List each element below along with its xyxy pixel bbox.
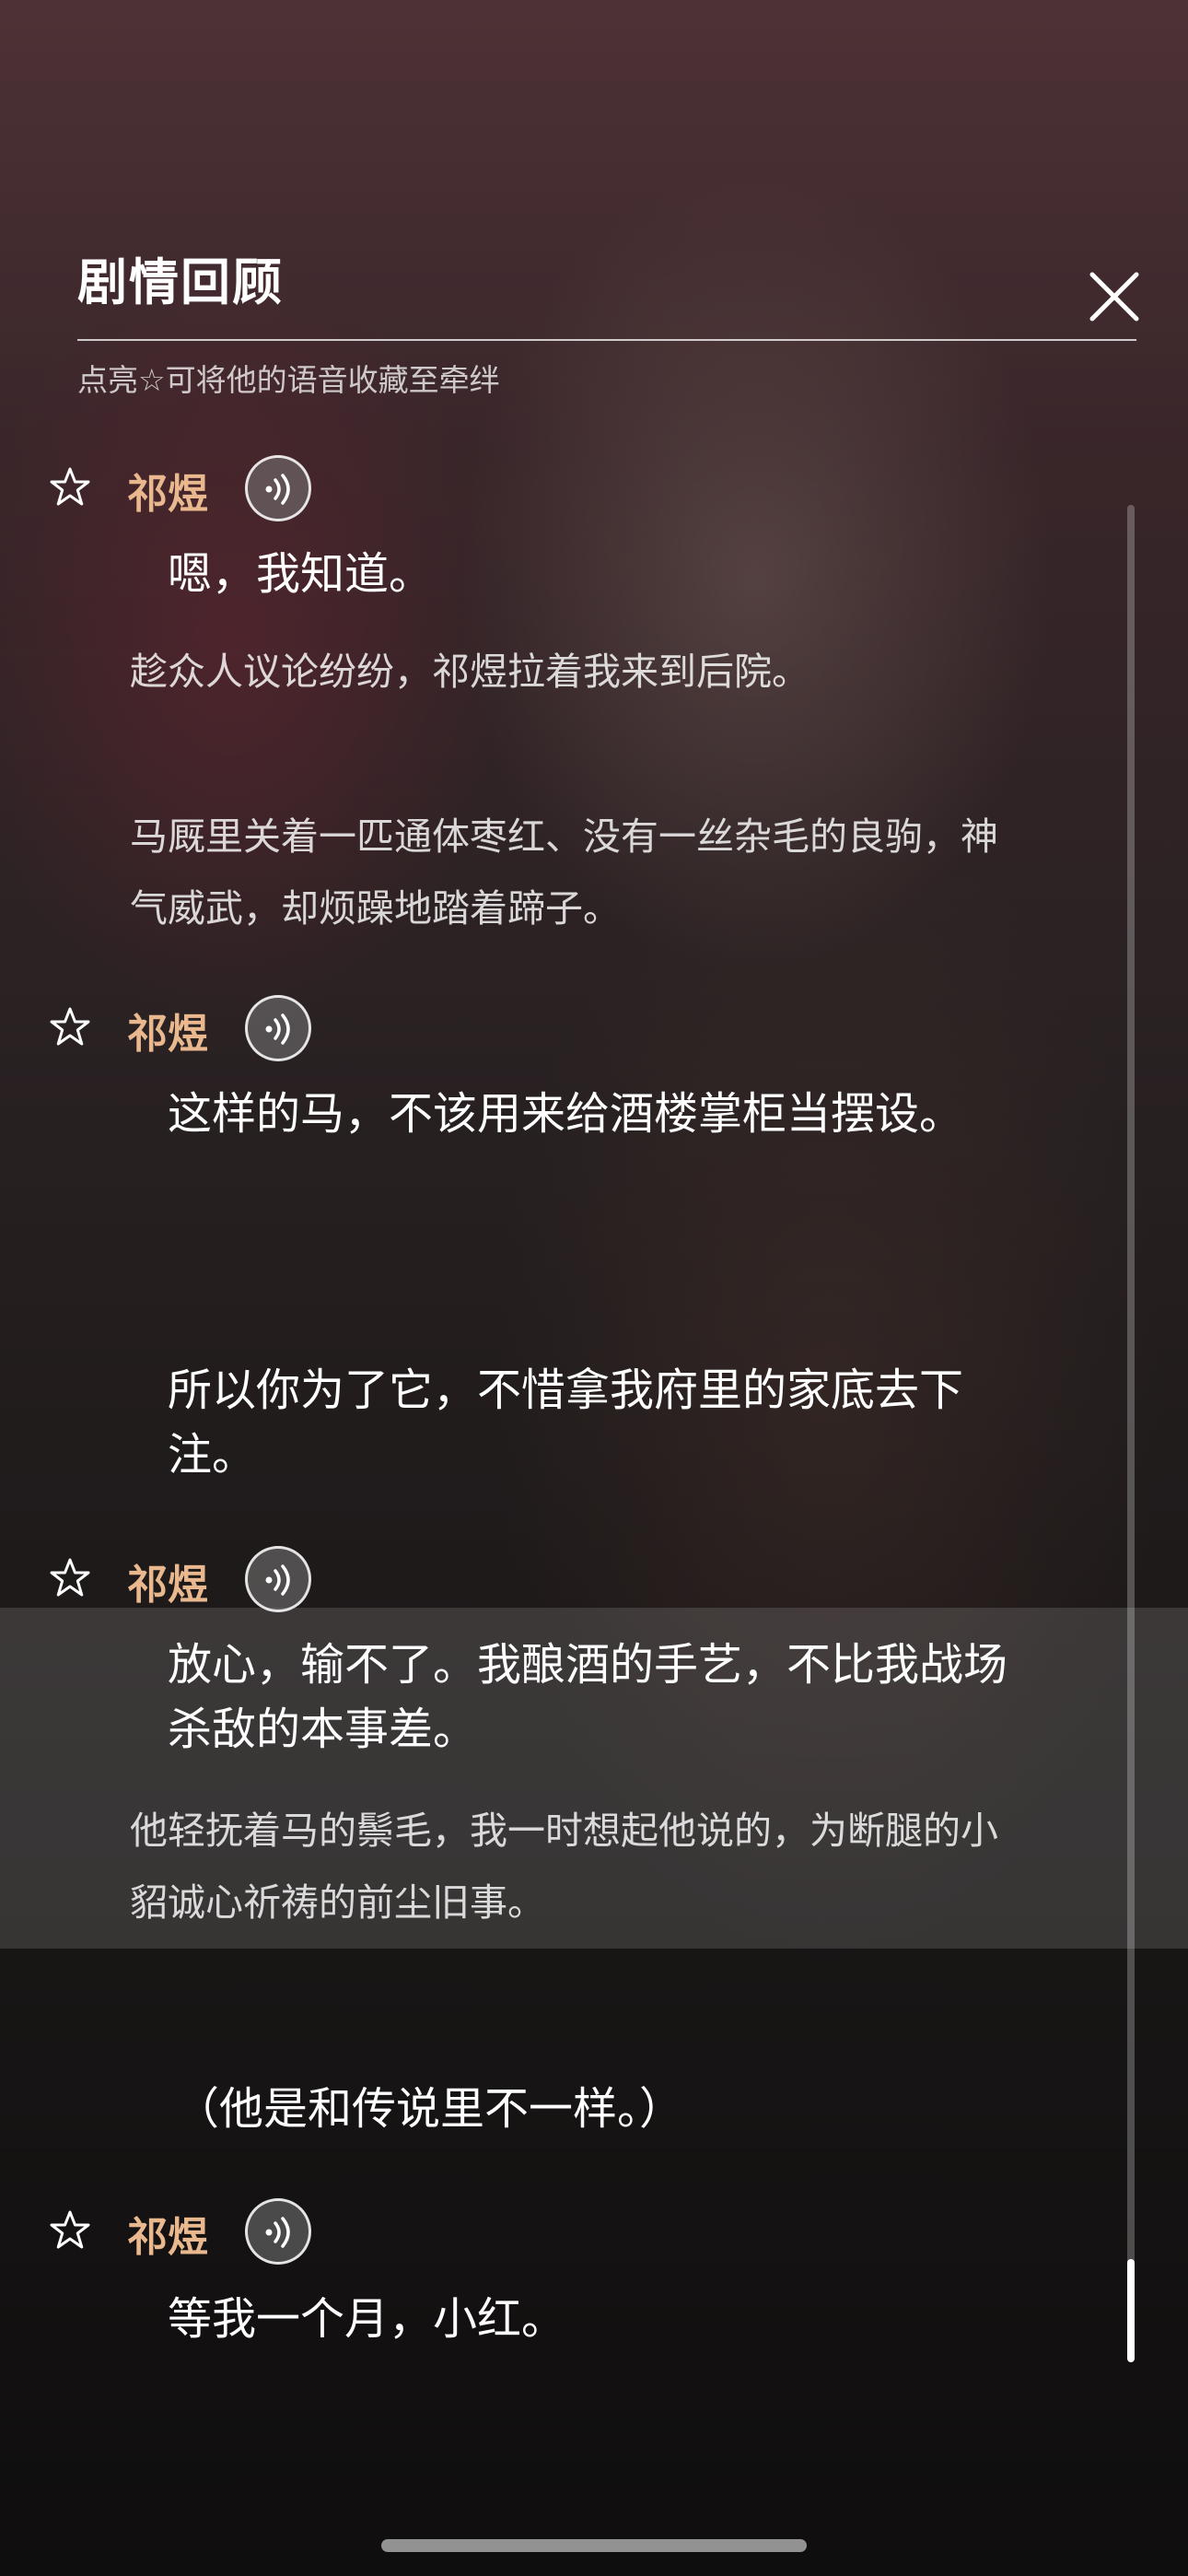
speaker-name: 祁煜 [127, 471, 208, 518]
narration-text: 他轻抚着马的鬃毛，我一时想起他说的，为断腿的小貂诚心祈祷的前尘旧事。 [130, 1809, 998, 1925]
speaker-name: 祁煜 [127, 1562, 208, 1609]
close-icon[interactable] [1087, 269, 1142, 324]
speech-text: 这样的马，不该用来给酒楼掌柜当摆设。 [168, 1088, 964, 1140]
favorite-star-icon[interactable] [48, 1005, 92, 1049]
voice-play-button[interactable] [245, 455, 311, 521]
speech-text: 等我一个月，小红。 [168, 2293, 566, 2345]
home-indicator[interactable] [381, 2539, 807, 2552]
page-title: 剧情回顾 [77, 252, 284, 311]
favorite-star-icon[interactable] [48, 2208, 92, 2253]
protagonist-name-blurred [120, 1282, 260, 1333]
favorite-hint: 点亮☆可将他的语音收藏至牵绊 [77, 362, 500, 398]
narration-text: 马厩里关着一匹通体枣红、没有一丝杂毛的良驹，神气威武，却烦躁地踏着蹄子。 [130, 814, 998, 931]
favorite-star-icon[interactable] [48, 465, 92, 509]
voice-play-button[interactable] [245, 995, 311, 1061]
favorite-star-icon[interactable] [48, 1556, 92, 1600]
voice-play-button[interactable] [245, 1546, 311, 1612]
voice-play-button[interactable] [245, 2198, 311, 2265]
title-divider [77, 339, 1136, 341]
protagonist-name-blurred [120, 1997, 260, 2048]
speech-text: 所以你为了它，不惜拿我府里的家底去下注。 [168, 1364, 964, 1481]
speech-text: 嗯，我知道。 [168, 548, 434, 600]
scrollbar-track[interactable] [1127, 505, 1135, 2362]
scrollbar-thumb[interactable] [1127, 2259, 1135, 2362]
speech-text: （他是和传说里不一样。） [175, 2083, 684, 2135]
speaker-name: 祁煜 [127, 1011, 208, 1058]
speaker-name: 祁煜 [127, 2214, 208, 2261]
narration-text: 趁众人议论纷纷，祁煜拉着我来到后院。 [130, 650, 809, 694]
speech-text: 放心，输不了。我酿酒的手艺，不比我战场杀敌的本事差。 [168, 1639, 1008, 1755]
